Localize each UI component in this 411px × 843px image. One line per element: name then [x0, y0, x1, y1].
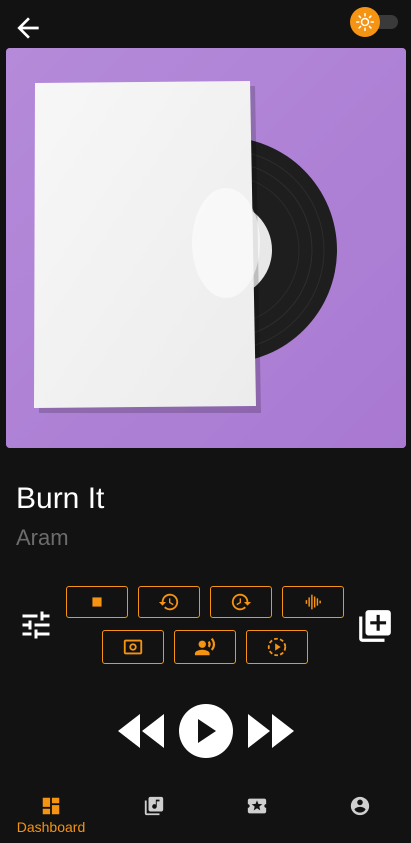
waveform-button[interactable]: [282, 586, 344, 618]
autoplay-button[interactable]: [246, 630, 308, 664]
nav-tickets[interactable]: [207, 795, 307, 839]
track-artist: Aram: [16, 525, 69, 550]
stop-button[interactable]: [66, 586, 128, 618]
fast-forward-icon: [248, 714, 294, 748]
replay-forward-icon: [231, 593, 252, 611]
music-library-icon: [144, 796, 164, 816]
theme-toggle[interactable]: [350, 7, 400, 37]
toggle-knob: [350, 7, 380, 37]
stop-icon: [92, 597, 102, 607]
dashboard-icon: [42, 797, 60, 815]
surround-sound-button[interactable]: [102, 630, 164, 664]
nav-music-library[interactable]: [104, 795, 204, 839]
replay-forward-button[interactable]: [210, 586, 272, 618]
waveform-icon: [305, 594, 321, 610]
account-icon: [350, 796, 370, 816]
nav-dashboard-label: Dashboard: [16, 819, 86, 835]
nav-dashboard[interactable]: Dashboard: [1, 795, 101, 839]
play-circle-dashed-icon: [267, 637, 287, 657]
nav-account[interactable]: [310, 795, 410, 839]
voice-over-icon: [194, 637, 216, 656]
voice-over-button[interactable]: [174, 630, 236, 664]
rewind-icon: [118, 714, 164, 748]
tune-sliders-icon: [22, 611, 50, 639]
back-button[interactable]: [12, 12, 44, 44]
fast-forward-button[interactable]: [246, 712, 296, 750]
ticket-star-icon: [247, 798, 267, 814]
replay-back-icon: [158, 593, 179, 611]
surround-sound-icon: [123, 639, 143, 655]
rewind-button[interactable]: [116, 712, 166, 750]
play-icon: [198, 719, 216, 743]
add-to-queue-icon: [359, 610, 391, 642]
arrow-back-icon: [17, 17, 39, 39]
add-to-queue-button[interactable]: [356, 607, 394, 645]
replay-back-button[interactable]: [138, 586, 200, 618]
equalizer-button[interactable]: [18, 607, 54, 643]
sun-icon: [355, 12, 375, 32]
play-button[interactable]: [179, 704, 233, 758]
album-artwork: [6, 48, 406, 448]
track-title: Burn It: [16, 482, 105, 515]
